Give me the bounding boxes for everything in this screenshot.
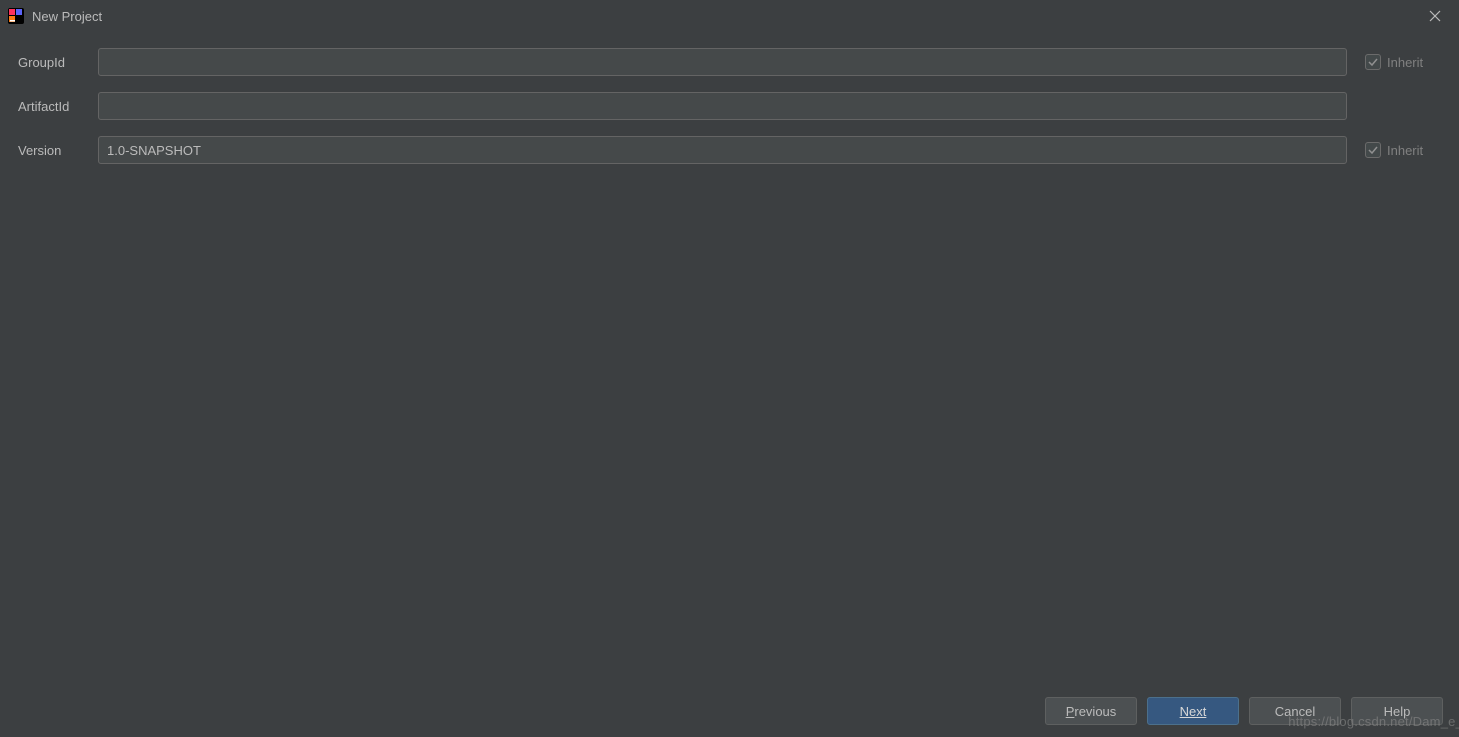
- groupid-inherit-wrap: Inherit: [1365, 54, 1443, 70]
- artifactid-row: ArtifactId: [18, 92, 1443, 120]
- version-inherit-wrap: Inherit: [1365, 142, 1443, 158]
- groupid-row: GroupId Inherit: [18, 48, 1443, 76]
- version-row: Version Inherit: [18, 136, 1443, 164]
- artifactid-label: ArtifactId: [18, 99, 98, 114]
- app-icon: [8, 8, 24, 24]
- titlebar: New Project: [0, 0, 1459, 32]
- groupid-input[interactable]: [98, 48, 1347, 76]
- previous-button[interactable]: Previous: [1045, 697, 1137, 725]
- button-bar: Previous Next Cancel Help: [1045, 697, 1443, 725]
- groupid-inherit-label: Inherit: [1387, 55, 1423, 70]
- groupid-label: GroupId: [18, 55, 98, 70]
- version-label: Version: [18, 143, 98, 158]
- check-icon: [1368, 145, 1378, 155]
- artifactid-input[interactable]: [98, 92, 1347, 120]
- window-title: New Project: [32, 9, 102, 24]
- close-icon: [1429, 10, 1441, 22]
- form-content: GroupId Inherit ArtifactId Version Inher…: [0, 32, 1459, 164]
- help-button[interactable]: Help: [1351, 697, 1443, 725]
- cancel-button[interactable]: Cancel: [1249, 697, 1341, 725]
- groupid-inherit-checkbox[interactable]: [1365, 54, 1381, 70]
- version-inherit-checkbox[interactable]: [1365, 142, 1381, 158]
- next-button[interactable]: Next: [1147, 697, 1239, 725]
- close-button[interactable]: [1419, 0, 1451, 32]
- version-inherit-label: Inherit: [1387, 143, 1423, 158]
- version-input[interactable]: [98, 136, 1347, 164]
- check-icon: [1368, 57, 1378, 67]
